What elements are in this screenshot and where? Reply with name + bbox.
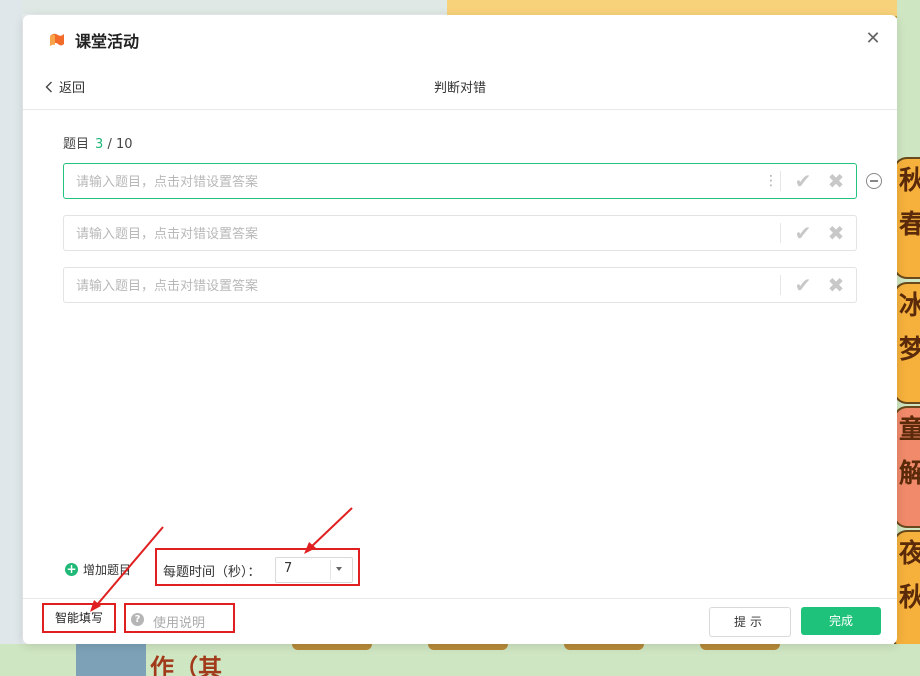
background-card-char: 童 xyxy=(899,415,920,445)
background-card-char: 夜 xyxy=(899,539,920,569)
background-card: 夜 秋 xyxy=(893,530,920,652)
background-card: 冰 梦 xyxy=(893,282,920,404)
sub-navbar: 返回 判断对错 xyxy=(23,65,897,110)
help-label: 使用说明 xyxy=(153,616,206,631)
plus-circle-icon: + xyxy=(65,562,78,576)
background-card-char: 秋 xyxy=(899,166,920,196)
hint-button[interactable]: 提示 xyxy=(709,607,791,637)
row-divider xyxy=(780,223,781,243)
question-row: ⋮ ✔ ✖ xyxy=(63,163,857,200)
select-divider xyxy=(330,560,331,580)
background-card: 秋 春 xyxy=(893,157,920,279)
question-counter: 题目 3 / 10 xyxy=(63,133,133,152)
time-per-question-select[interactable]: 7 xyxy=(275,557,353,583)
smart-fill-button[interactable]: 智能填写 xyxy=(42,603,116,633)
background-card-char: 春 xyxy=(899,210,920,240)
add-question-label: 增加题目 xyxy=(83,563,132,577)
question-input[interactable] xyxy=(74,268,758,304)
question-counter-total: / 10 xyxy=(107,137,133,152)
more-options-icon[interactable]: ⋮ xyxy=(764,172,778,190)
close-icon[interactable]: ✕ xyxy=(863,29,883,49)
caret-down-icon xyxy=(336,567,342,571)
time-per-question-value: 7 xyxy=(284,561,293,576)
orange-flag-icon xyxy=(50,33,64,46)
classroom-activity-dialog: 课堂活动 ✕ 返回 判断对错 题目 3 / 10 ⋮ ✔ ✖ ✔ ✖ ✔ ✖ xyxy=(23,15,897,644)
question-input[interactable] xyxy=(74,164,758,200)
background-card-char: 解 xyxy=(899,459,920,489)
row-divider xyxy=(780,275,781,295)
add-question-button[interactable]: + 增加题目 xyxy=(65,561,131,578)
minus-circle-icon[interactable] xyxy=(866,173,882,189)
question-circle-icon: ? xyxy=(131,613,144,626)
done-button[interactable]: 完成 xyxy=(801,607,881,635)
question-row: ✔ ✖ xyxy=(63,267,857,304)
background-card-char: 秋 xyxy=(899,583,920,613)
question-counter-label: 题目 xyxy=(63,137,90,152)
question-row: ✔ ✖ xyxy=(63,215,857,252)
check-icon[interactable]: ✔ xyxy=(792,222,814,244)
dialog-title: 课堂活动 xyxy=(75,32,140,51)
question-input[interactable] xyxy=(74,216,758,252)
background-left-strip xyxy=(0,0,22,676)
question-counter-current: 3 xyxy=(95,137,104,152)
cross-icon[interactable]: ✖ xyxy=(825,222,847,244)
check-icon[interactable]: ✔ xyxy=(792,170,814,192)
page-title: 判断对错 xyxy=(433,81,486,96)
background-text: 作（其 xyxy=(150,653,222,676)
cross-icon[interactable]: ✖ xyxy=(825,274,847,296)
background-card-char: 梦 xyxy=(899,335,920,365)
check-icon[interactable]: ✔ xyxy=(792,274,814,296)
background-photo xyxy=(76,644,146,676)
background-card-char: 冰 xyxy=(899,291,920,321)
dialog-titlebar: 课堂活动 ✕ xyxy=(23,15,897,65)
row-divider xyxy=(780,171,781,191)
time-per-question-label: 每题时间（秒）： xyxy=(163,565,261,580)
cross-icon[interactable]: ✖ xyxy=(825,170,847,192)
background-card: 童 解 xyxy=(893,406,920,528)
